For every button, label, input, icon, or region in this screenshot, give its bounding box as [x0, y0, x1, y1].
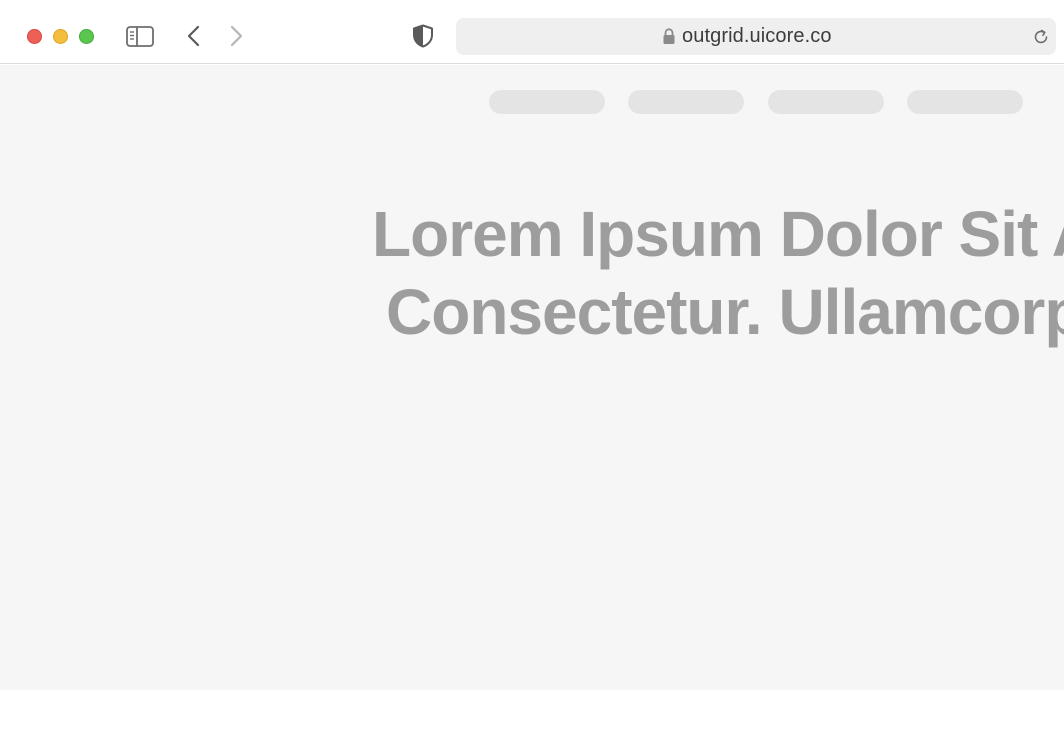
- close-window-button[interactable]: [27, 29, 42, 44]
- headline-line-2: Consectetur. Ullamcorpe: [386, 276, 1064, 348]
- browser-window: outgrid.uicore.co Lorem Ipsum Dolor Sit …: [0, 0, 1064, 743]
- chevron-right-icon[interactable]: [228, 25, 244, 47]
- nav-placeholder: [489, 90, 605, 114]
- lock-icon: [663, 28, 675, 44]
- page-headline: Lorem Ipsum Dolor Sit Am Consectetur. Ul…: [372, 195, 1064, 351]
- headline-line-1: Lorem Ipsum Dolor Sit Am: [372, 198, 1064, 270]
- page-content: Lorem Ipsum Dolor Sit Am Consectetur. Ul…: [0, 65, 1064, 690]
- url-text[interactable]: outgrid.uicore.co: [682, 18, 832, 55]
- nav-placeholder: [628, 90, 744, 114]
- shield-icon[interactable]: [412, 24, 434, 48]
- reload-icon[interactable]: [1032, 28, 1050, 46]
- nav-placeholder: [768, 90, 884, 114]
- nav-placeholder: [907, 90, 1023, 114]
- address-bar[interactable]: outgrid.uicore.co: [456, 18, 1056, 55]
- bottom-area: [0, 690, 1064, 743]
- maximize-window-button[interactable]: [79, 29, 94, 44]
- sidebar-toggle-icon[interactable]: [126, 26, 154, 47]
- chevron-left-icon[interactable]: [186, 25, 202, 47]
- minimize-window-button[interactable]: [53, 29, 68, 44]
- browser-toolbar: outgrid.uicore.co: [0, 0, 1064, 64]
